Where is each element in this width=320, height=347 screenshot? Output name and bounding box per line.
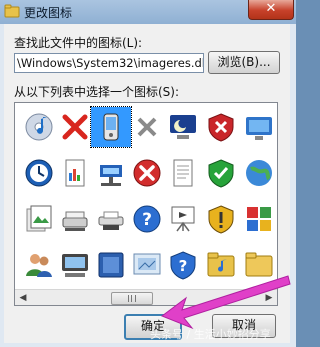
svg-text:?: ? [142,210,152,230]
folder-blue-icon [98,252,124,278]
icon-option[interactable] [90,106,132,148]
users-icon [26,254,52,277]
icon-option[interactable] [163,199,203,239]
window-title: 更改图标 [24,6,73,20]
pictures-library-icon [26,205,52,232]
icon-option[interactable]: ? [127,199,167,239]
icon-option[interactable] [201,199,241,239]
icon-option[interactable] [127,107,167,147]
icon-option[interactable] [19,245,59,285]
browse-button[interactable]: 浏览(B)... [208,51,280,74]
scanner-icon [62,211,88,231]
icon-option[interactable] [239,107,277,147]
icon-option[interactable] [19,199,59,239]
icon-option[interactable] [55,153,95,193]
projector-icon [171,206,195,232]
watermark: 头条号 / 生活小妙招分享 [150,328,271,341]
icon-option[interactable] [201,107,241,147]
security-shield-icon [170,115,196,139]
path-input[interactable]: \Windows\System32\imageres.dll [14,53,204,73]
icon-option[interactable] [163,107,203,147]
close-button[interactable]: ✕ [248,0,294,20]
scroll-left-button[interactable]: ◀ [15,290,31,305]
icon-option[interactable] [55,107,95,147]
title-bar[interactable]: 更改图标 ✕ [0,0,296,24]
icon-option[interactable] [201,153,241,193]
icon-option[interactable] [91,153,131,193]
icon-option[interactable] [91,245,131,285]
icon-option[interactable] [55,199,95,239]
red-x-icon [62,114,88,140]
scroll-thumb[interactable] [111,292,153,305]
monitor-icon [208,113,234,142]
icon-list-label: 从以下列表中选择一个图标(S): [14,85,180,99]
change-icon-dialog: 更改图标 ✕ 查找此文件中的图标(L): \Windows\System32\i… [0,0,296,347]
icon-option[interactable] [163,153,203,193]
printer-icon [98,211,124,230]
folder-icon [4,4,20,18]
picture-frame-icon [133,253,161,275]
network-adapter-icon [100,165,122,186]
icon-option[interactable] [19,153,59,193]
icon-option[interactable] [91,199,131,239]
lookup-label: 查找此文件中的图标(L): [14,36,143,50]
cd-music-icon [25,113,53,141]
computer-icon [62,254,88,277]
error-icon [133,159,161,187]
folder-icon [246,117,272,140]
globe-icon [246,160,272,186]
help-icon: ? [133,205,161,233]
icon-option[interactable] [19,107,59,147]
control-panel-icon [247,207,271,231]
pda-icon [103,113,119,141]
shield-check-icon [208,159,234,188]
document-icon [173,159,193,187]
icon-option[interactable] [127,153,167,193]
clock-icon [25,159,53,187]
icon-option[interactable] [55,245,95,285]
icon-option[interactable] [239,199,277,239]
network-computer-icon [137,117,157,137]
icon-option[interactable] [239,153,277,193]
warning-shield-icon [208,205,234,234]
document-chart-icon [65,159,85,187]
